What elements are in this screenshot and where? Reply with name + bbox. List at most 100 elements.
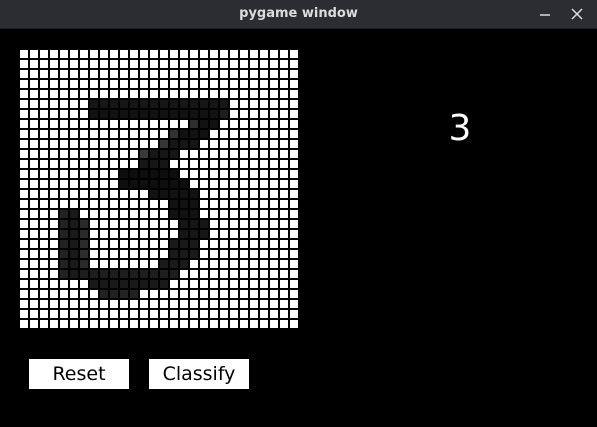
grid-cell[interactable] xyxy=(50,90,58,98)
grid-cell[interactable] xyxy=(180,100,188,108)
grid-cell[interactable] xyxy=(160,160,168,168)
grid-cell[interactable] xyxy=(80,270,88,278)
grid-cell[interactable] xyxy=(70,100,78,108)
grid-cell[interactable] xyxy=(260,220,268,228)
grid-cell[interactable] xyxy=(260,310,268,318)
grid-cell[interactable] xyxy=(200,120,208,128)
grid-cell[interactable] xyxy=(120,80,128,88)
grid-cell[interactable] xyxy=(250,80,258,88)
grid-cell[interactable] xyxy=(280,290,288,298)
grid-cell[interactable] xyxy=(180,130,188,138)
grid-cell[interactable] xyxy=(160,250,168,258)
grid-cell[interactable] xyxy=(130,300,138,308)
grid-cell[interactable] xyxy=(260,300,268,308)
grid-cell[interactable] xyxy=(40,60,48,68)
grid-cell[interactable] xyxy=(240,230,248,238)
grid-cell[interactable] xyxy=(60,100,68,108)
grid-cell[interactable] xyxy=(170,170,178,178)
grid-cell[interactable] xyxy=(160,210,168,218)
grid-cell[interactable] xyxy=(140,180,148,188)
grid-cell[interactable] xyxy=(30,310,38,318)
grid-cell[interactable] xyxy=(80,230,88,238)
grid-cell[interactable] xyxy=(250,240,258,248)
grid-cell[interactable] xyxy=(90,60,98,68)
grid-cell[interactable] xyxy=(120,220,128,228)
grid-cell[interactable] xyxy=(100,150,108,158)
grid-cell[interactable] xyxy=(100,50,108,58)
grid-cell[interactable] xyxy=(80,60,88,68)
grid-cell[interactable] xyxy=(210,240,218,248)
grid-cell[interactable] xyxy=(80,320,88,328)
grid-cell[interactable] xyxy=(260,130,268,138)
grid-cell[interactable] xyxy=(40,70,48,78)
grid-cell[interactable] xyxy=(150,190,158,198)
grid-cell[interactable] xyxy=(60,250,68,258)
grid-cell[interactable] xyxy=(30,90,38,98)
grid-cell[interactable] xyxy=(120,160,128,168)
grid-cell[interactable] xyxy=(80,260,88,268)
grid-cell[interactable] xyxy=(260,100,268,108)
grid-cell[interactable] xyxy=(150,160,158,168)
grid-cell[interactable] xyxy=(20,100,28,108)
grid-cell[interactable] xyxy=(200,200,208,208)
grid-cell[interactable] xyxy=(140,190,148,198)
grid-cell[interactable] xyxy=(290,280,298,288)
grid-cell[interactable] xyxy=(70,150,78,158)
grid-cell[interactable] xyxy=(130,320,138,328)
grid-cell[interactable] xyxy=(80,210,88,218)
grid-cell[interactable] xyxy=(210,120,218,128)
grid-cell[interactable] xyxy=(170,250,178,258)
reset-button[interactable]: Reset xyxy=(29,359,129,389)
grid-cell[interactable] xyxy=(110,180,118,188)
grid-cell[interactable] xyxy=(30,210,38,218)
grid-cell[interactable] xyxy=(20,250,28,258)
grid-cell[interactable] xyxy=(30,190,38,198)
grid-cell[interactable] xyxy=(60,80,68,88)
grid-cell[interactable] xyxy=(160,290,168,298)
grid-cell[interactable] xyxy=(160,170,168,178)
grid-cell[interactable] xyxy=(190,290,198,298)
grid-cell[interactable] xyxy=(210,270,218,278)
grid-cell[interactable] xyxy=(200,190,208,198)
grid-cell[interactable] xyxy=(190,130,198,138)
grid-cell[interactable] xyxy=(120,230,128,238)
grid-cell[interactable] xyxy=(270,200,278,208)
grid-cell[interactable] xyxy=(100,300,108,308)
grid-cell[interactable] xyxy=(220,310,228,318)
grid-cell[interactable] xyxy=(200,100,208,108)
grid-cell[interactable] xyxy=(170,150,178,158)
grid-cell[interactable] xyxy=(90,100,98,108)
grid-cell[interactable] xyxy=(140,110,148,118)
grid-cell[interactable] xyxy=(20,300,28,308)
grid-cell[interactable] xyxy=(100,310,108,318)
grid-cell[interactable] xyxy=(220,60,228,68)
grid-cell[interactable] xyxy=(30,320,38,328)
grid-cell[interactable] xyxy=(60,230,68,238)
grid-cell[interactable] xyxy=(20,130,28,138)
grid-cell[interactable] xyxy=(80,170,88,178)
grid-cell[interactable] xyxy=(200,130,208,138)
grid-cell[interactable] xyxy=(220,230,228,238)
grid-cell[interactable] xyxy=(280,50,288,58)
grid-cell[interactable] xyxy=(220,290,228,298)
grid-cell[interactable] xyxy=(120,60,128,68)
grid-cell[interactable] xyxy=(30,50,38,58)
grid-cell[interactable] xyxy=(90,80,98,88)
grid-cell[interactable] xyxy=(170,200,178,208)
grid-cell[interactable] xyxy=(120,240,128,248)
grid-cell[interactable] xyxy=(220,110,228,118)
grid-cell[interactable] xyxy=(290,100,298,108)
grid-cell[interactable] xyxy=(190,50,198,58)
grid-cell[interactable] xyxy=(240,90,248,98)
grid-cell[interactable] xyxy=(130,60,138,68)
grid-cell[interactable] xyxy=(190,170,198,178)
grid-cell[interactable] xyxy=(150,80,158,88)
grid-cell[interactable] xyxy=(220,80,228,88)
grid-cell[interactable] xyxy=(90,250,98,258)
grid-cell[interactable] xyxy=(160,80,168,88)
grid-cell[interactable] xyxy=(150,230,158,238)
grid-cell[interactable] xyxy=(90,90,98,98)
grid-cell[interactable] xyxy=(90,130,98,138)
grid-cell[interactable] xyxy=(210,250,218,258)
grid-cell[interactable] xyxy=(130,210,138,218)
